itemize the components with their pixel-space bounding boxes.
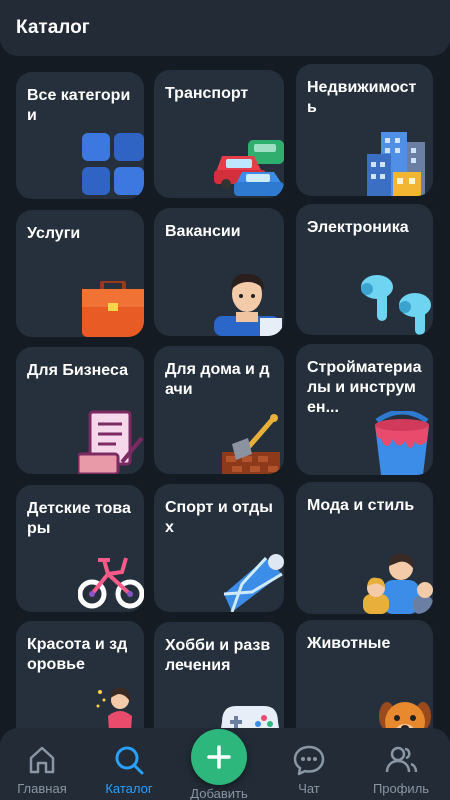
category-label: Мода и стиль (307, 497, 415, 514)
category-electronics[interactable]: Электроника (296, 204, 433, 335)
page-title: Каталог (16, 17, 90, 38)
category-label: Стройматериалы и инструмен... (307, 359, 422, 416)
plus-icon (207, 745, 231, 769)
category-label: Недвижимость (307, 79, 417, 116)
category-transport[interactable]: Транспорт (154, 70, 284, 198)
category-label: Для дома и дачи (165, 361, 270, 398)
grid-icon (82, 133, 144, 195)
worker-icon (214, 273, 282, 336)
category-grid: Все категории Транспорт Недвижимость Усл… (0, 0, 450, 800)
paint-bucket-icon (375, 411, 429, 475)
category-label: Электроника (307, 219, 409, 236)
tab-catalog[interactable]: Каталог (89, 728, 169, 800)
tab-label: Каталог (105, 781, 153, 796)
category-label: Все категории (27, 87, 131, 124)
app-header: Каталог (0, 0, 450, 56)
category-fashion[interactable]: Мода и стиль (296, 482, 433, 614)
category-label: Красота и здоровье (27, 636, 128, 673)
category-building-materials[interactable]: Стройматериалы и инструмен... (296, 344, 433, 475)
category-label: Животные (307, 635, 391, 652)
tab-profile[interactable]: Профиль (361, 728, 441, 800)
shovel-icon (222, 414, 280, 474)
category-label: Для Бизнеса (27, 362, 128, 379)
category-real-estate[interactable]: Недвижимость (296, 64, 433, 196)
tab-home[interactable]: Главная (2, 728, 82, 800)
category-label: Вакансии (165, 223, 241, 240)
category-label: Хобби и развлечения (165, 637, 271, 674)
tab-chat[interactable]: Чат (269, 728, 349, 800)
profile-icon (385, 746, 418, 773)
category-sport[interactable]: Спорт и отдых (154, 484, 284, 612)
category-kids[interactable]: Детские товары (16, 485, 144, 612)
category-label: Детские товары (27, 500, 131, 537)
search-icon (115, 746, 144, 775)
add-listing-button[interactable] (191, 729, 247, 785)
tab-label: Главная (17, 781, 67, 796)
category-home-garden[interactable]: Для дома и дачи (154, 346, 284, 474)
cars-icon (214, 140, 284, 196)
shuttlecock-icon (223, 554, 284, 612)
tab-label: Профиль (372, 781, 430, 796)
people-icon (363, 553, 433, 614)
category-label: Спорт и отдых (165, 499, 273, 536)
category-business[interactable]: Для Бизнеса (16, 347, 144, 474)
category-all[interactable]: Все категории (16, 72, 144, 199)
briefcase-icon (82, 281, 144, 337)
business-icon (78, 410, 144, 474)
tab-label: Чат (298, 781, 320, 796)
earbuds-icon (361, 275, 431, 335)
category-label: Транспорт (165, 85, 249, 102)
chat-icon (293, 745, 325, 776)
buildings-icon (367, 132, 425, 196)
bicycle-icon (78, 557, 144, 609)
category-services[interactable]: Услуги (16, 210, 144, 337)
tab-label: Добавить (190, 786, 248, 800)
category-label: Услуги (27, 225, 81, 242)
home-icon (29, 746, 55, 774)
category-jobs[interactable]: Вакансии (154, 208, 284, 336)
